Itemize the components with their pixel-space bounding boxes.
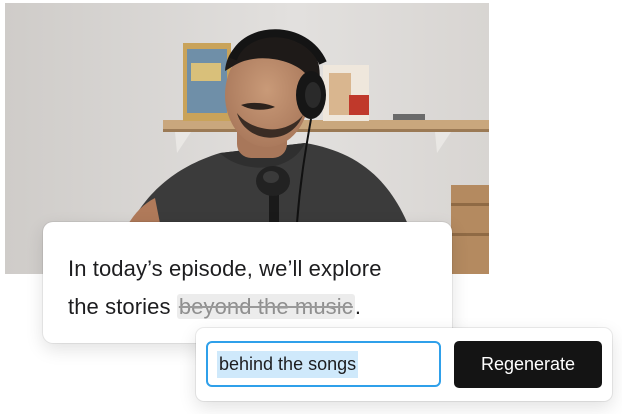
transcript-line-1: In today’s episode, we’ll explore	[68, 256, 382, 281]
transcript-text: In today’s episode, we’ll explore the st…	[68, 250, 428, 326]
edit-card: behind the songs Regenerate	[196, 328, 612, 401]
transcript-line-2-suffix: .	[354, 294, 362, 319]
stage: In today’s episode, we’ll explore the st…	[0, 0, 622, 414]
replacement-text-input[interactable]: behind the songs	[206, 341, 441, 387]
replacement-text-value: behind the songs	[217, 350, 359, 378]
transcript-line-2-prefix: the stories	[68, 294, 177, 319]
struck-text[interactable]: beyond the music	[176, 294, 355, 319]
transcript-card: In today’s episode, we’ll explore the st…	[43, 222, 452, 343]
regenerate-button[interactable]: Regenerate	[454, 341, 602, 388]
